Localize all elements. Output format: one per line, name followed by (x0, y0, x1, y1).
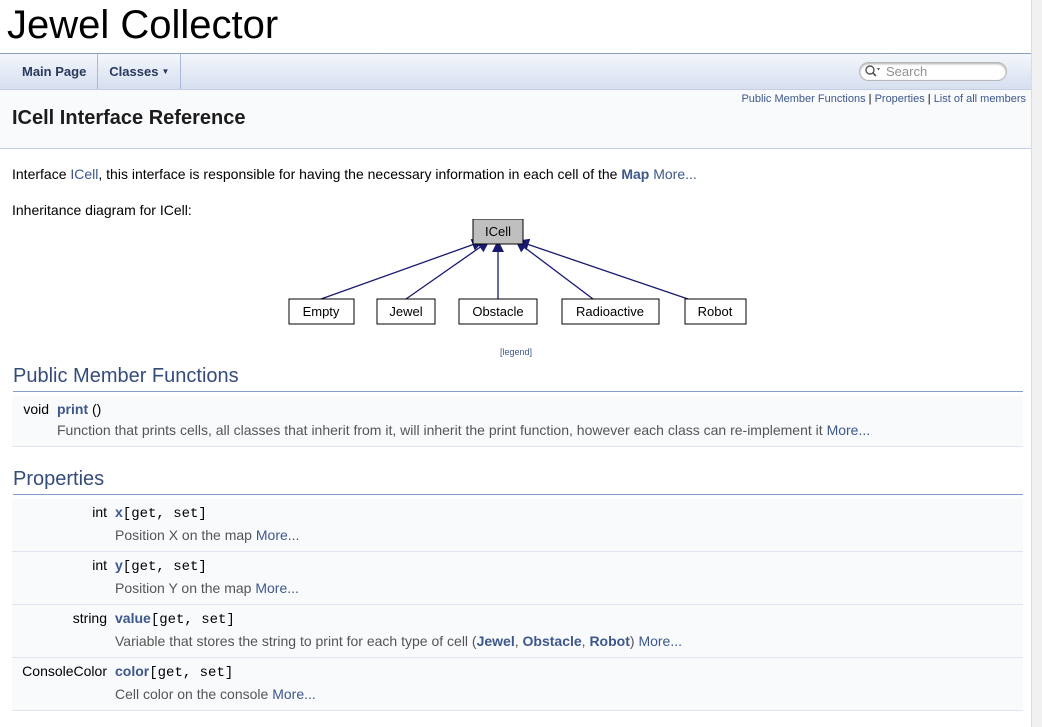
member-name-cell: x[get, set] (115, 503, 207, 523)
nav-main-page[interactable]: Main Page (0, 54, 99, 89)
node-label: Radioactive (576, 304, 644, 319)
diagram-node-empty[interactable]: Empty (288, 298, 355, 325)
brief-middle: , this interface is responsible for havi… (98, 166, 622, 182)
page-header: Public Member Functions | Properties | L… (0, 90, 1031, 149)
member-signature: string value[get, set] (12, 605, 1023, 629)
ref-link-obstacle[interactable]: Obstacle (523, 633, 582, 649)
nav-classes-label: Classes (109, 64, 159, 79)
member-desc-text: Variable that stores the string to print… (115, 633, 477, 649)
diagram-node-jewel[interactable]: Jewel (376, 298, 436, 325)
member-desc-text: Cell color on the console (115, 686, 273, 702)
contents: Interface ICell, this interface is respo… (0, 165, 1031, 711)
diagram-node-obstacle[interactable]: Obstacle (458, 298, 538, 325)
project-title: Jewel Collector (7, 3, 279, 47)
member-name-cell: y[get, set] (115, 556, 207, 576)
member-more-link[interactable]: More... (638, 633, 682, 649)
member-description: Position Y on the map More... (12, 576, 1023, 604)
search-box[interactable] (859, 62, 1007, 81)
diagram-node-robot[interactable]: Robot (684, 298, 747, 325)
member-more-link[interactable]: More... (255, 580, 299, 596)
edge-robot (517, 238, 689, 300)
brief-more-link[interactable]: More... (653, 166, 697, 182)
summary-links: Public Member Functions | Properties | L… (741, 93, 1026, 105)
inheritance-svg: ICell Empty Jewel Obstacle Radioactive R… (288, 219, 747, 325)
inheritance-label: Inheritance diagram for ICell: (12, 202, 192, 218)
member-name-cell: value[get, set] (115, 609, 235, 629)
member-type: void (23, 401, 49, 417)
search-icon[interactable] (864, 63, 884, 80)
node-label: Empty (303, 304, 340, 319)
member-desc-text: Position Y on the map (115, 580, 256, 596)
property-row-y: int y[get, set] Position Y on the map Mo… (12, 552, 1023, 605)
property-link-value[interactable]: value (115, 610, 151, 626)
member-more-link[interactable]: More... (256, 527, 300, 543)
member-description: Function that prints cells, all classes … (12, 418, 1023, 446)
search-input[interactable] (884, 64, 999, 79)
inheritance-edges (320, 238, 689, 300)
inheritance-diagram: ICell Empty Jewel Obstacle Radioactive R… (12, 219, 1023, 364)
chevron-down-icon: ▼ (161, 67, 170, 76)
member-description: Variable that stores the string to print… (12, 629, 1023, 657)
member-description: Position X on the map More... (12, 523, 1023, 551)
property-accessors: [get, set] (149, 665, 234, 681)
property-accessors: [get, set] (122, 559, 207, 575)
property-row-color: ConsoleColor color[get, set] Cell color … (12, 658, 1023, 711)
summary-separator: | (868, 93, 872, 105)
navbar: Main Page Classes ▼ (0, 53, 1031, 90)
diagram-node-icell[interactable]: ICell (472, 219, 524, 245)
member-signature: int y[get, set] (12, 552, 1023, 576)
node-label: Robot (698, 304, 733, 319)
member-row-print: void print () Function that prints cells… (12, 396, 1023, 447)
link-properties[interactable]: Properties (875, 93, 925, 105)
member-type: int (92, 504, 107, 520)
edge-jewel (405, 240, 490, 300)
node-label: Jewel (389, 304, 422, 319)
member-type: ConsoleColor (22, 663, 107, 679)
node-label: Obstacle (472, 304, 523, 319)
diagram-node-radioactive[interactable]: Radioactive (561, 298, 660, 325)
edge-empty (320, 239, 484, 300)
node-label: ICell (485, 224, 511, 239)
property-row-value: string value[get, set] Variable that sto… (12, 605, 1023, 658)
member-signature: void print () (12, 396, 1023, 418)
property-link-y[interactable]: y (115, 557, 123, 573)
member-more-link[interactable]: More... (272, 686, 316, 702)
link-map[interactable]: Map (621, 166, 649, 182)
ref-link-robot[interactable]: Robot (589, 633, 629, 649)
brief-description: Interface ICell, this interface is respo… (12, 165, 1023, 183)
member-type: string (72, 610, 107, 626)
link-list-of-all-members[interactable]: List of all members (934, 93, 1026, 105)
member-args: () (88, 401, 102, 417)
link-icell[interactable]: ICell (70, 166, 98, 182)
member-description: Cell color on the console More... (12, 682, 1023, 710)
property-accessors: [get, set] (122, 506, 207, 522)
summary-separator: | (927, 93, 931, 105)
edge-radioactive (515, 240, 594, 300)
legend-link[interactable]: [legend] (500, 347, 532, 357)
member-name-cell: color[get, set] (115, 662, 233, 682)
property-link-color[interactable]: color (115, 663, 149, 679)
member-desc-text: Position X on the map (115, 527, 256, 543)
member-link-print[interactable]: print (57, 401, 88, 417)
ref-separator: , (514, 633, 523, 649)
member-signature: int x[get, set] (12, 499, 1023, 523)
member-type: int (92, 557, 107, 573)
property-link-x[interactable]: x (115, 504, 123, 520)
nav-classes[interactable]: Classes ▼ (98, 54, 182, 89)
member-more-link[interactable]: More... (827, 422, 871, 438)
link-public-member-functions[interactable]: Public Member Functions (741, 93, 865, 105)
ref-link-jewel[interactable]: Jewel (477, 633, 515, 649)
section-public-member-functions: Public Member Functions (13, 364, 1023, 392)
doxygen-page: Jewel Collector Main Page Classes▼ Publi… (0, 0, 1031, 727)
section-properties: Properties (13, 467, 1023, 495)
brief-prefix: Interface (12, 166, 71, 182)
property-row-x: int x[get, set] Position X on the map Mo… (12, 499, 1023, 552)
scrollbar-track[interactable] (1031, 0, 1042, 727)
member-signature: ConsoleColor color[get, set] (12, 658, 1023, 682)
member-name-cell: print () (57, 400, 101, 418)
property-accessors: [get, set] (150, 612, 235, 628)
page-title: ICell Interface Reference (12, 107, 246, 129)
member-desc-text: Function that prints cells, all classes … (57, 422, 827, 438)
